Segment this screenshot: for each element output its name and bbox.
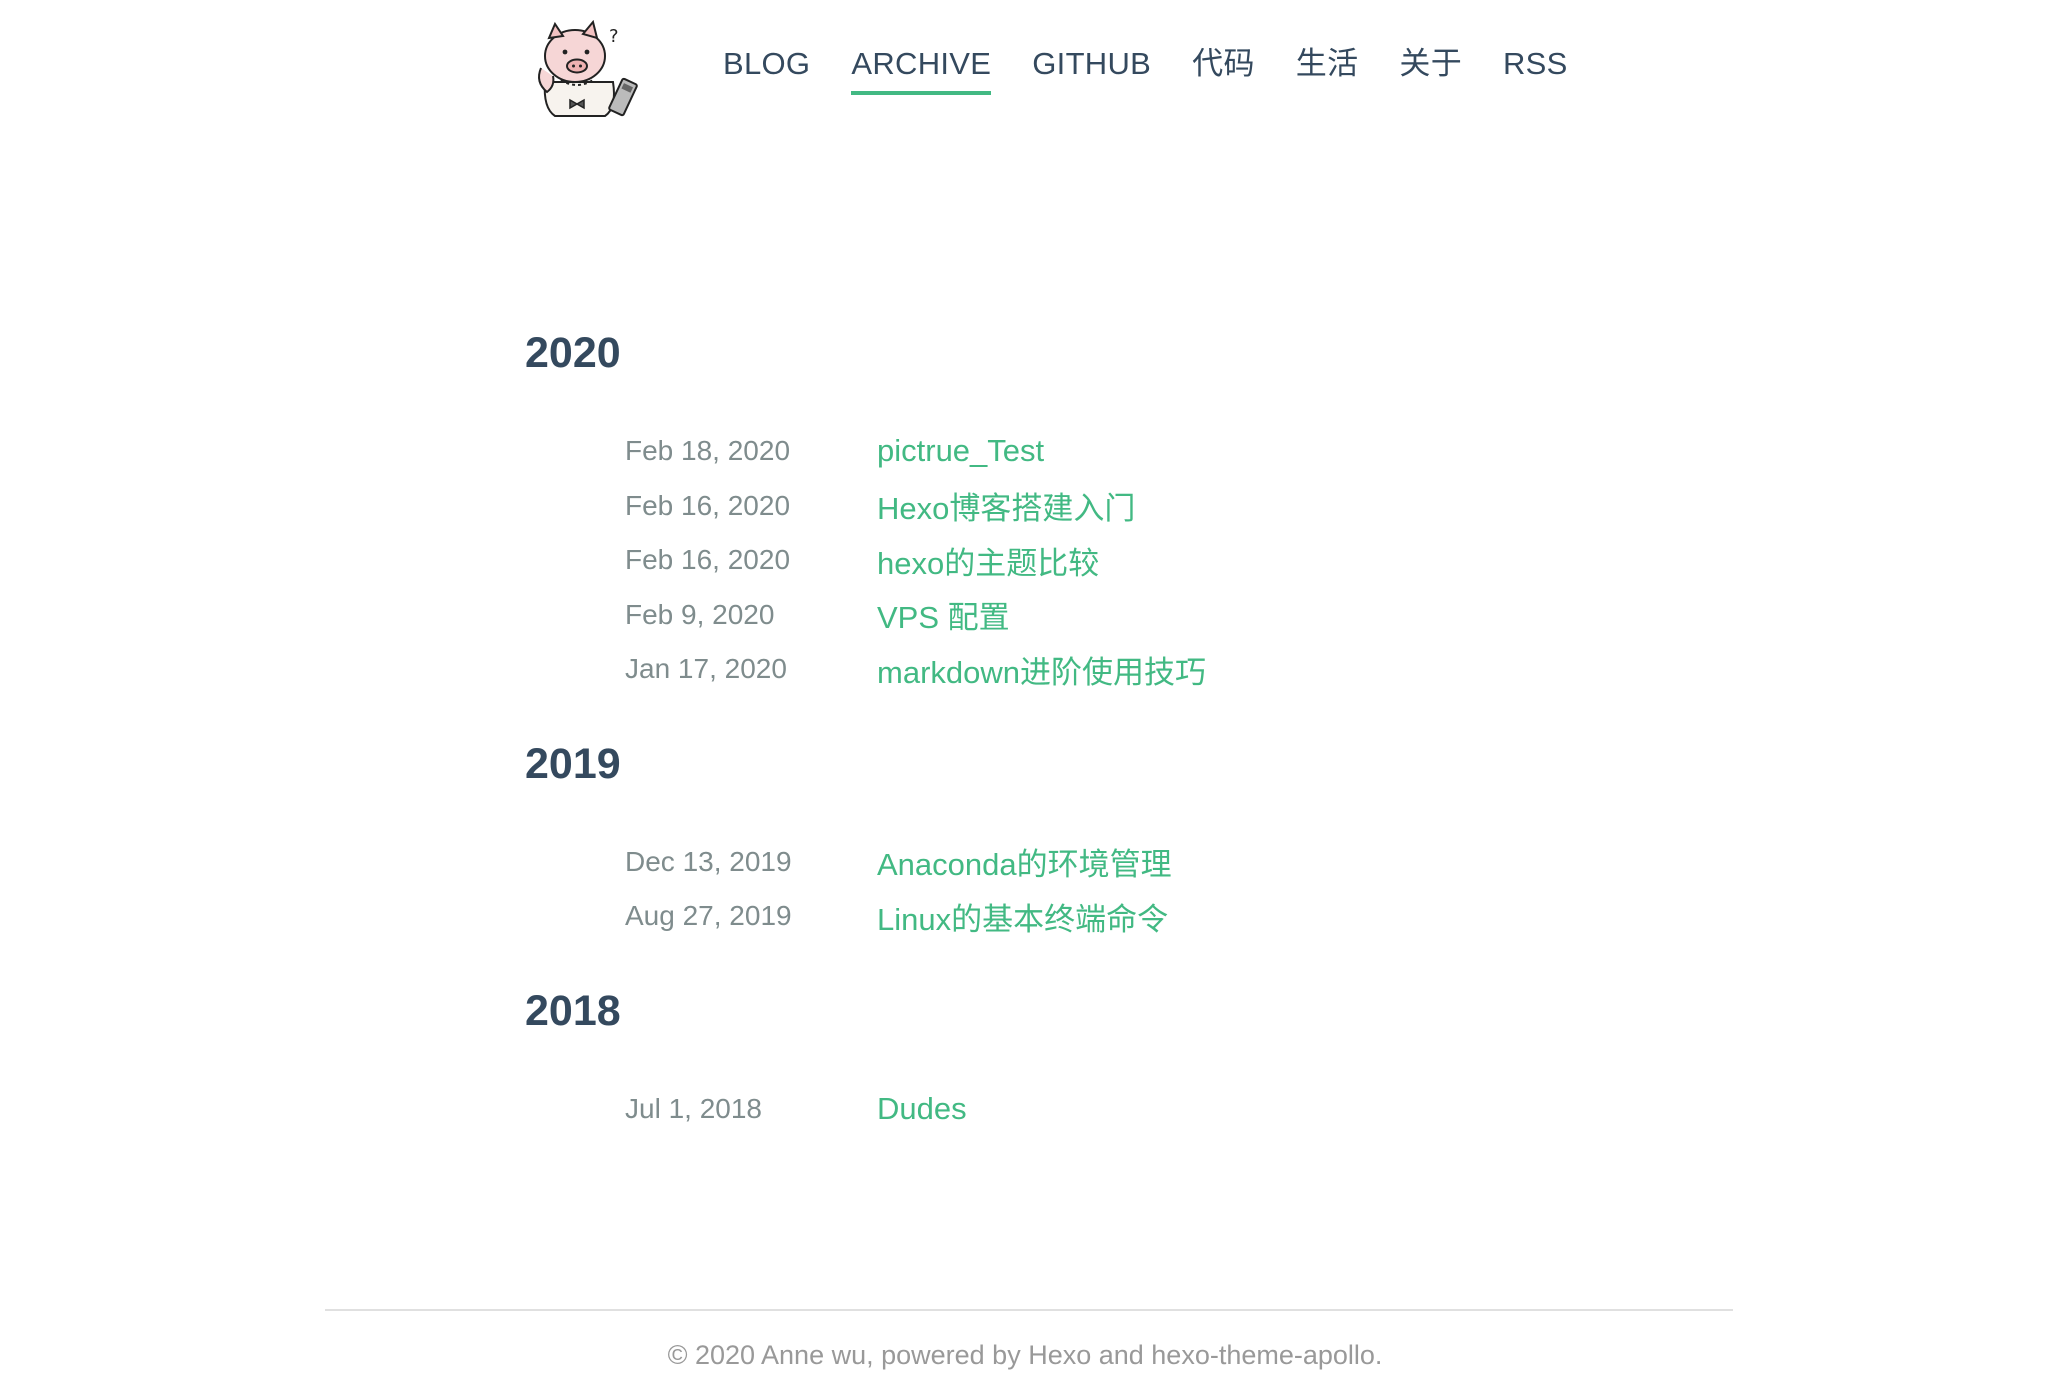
list-item: Feb 18, 2020 pictrue_Test <box>525 424 1525 479</box>
nav-item-github[interactable]: GITHUB <box>1032 44 1151 91</box>
site-header: ? BLOG ARCHIVE GITHUB 代码 生活 关于 RSS <box>0 0 2050 140</box>
nav-item-code[interactable]: 代码 <box>1192 44 1255 91</box>
post-title-link[interactable]: hexo的主题比较 <box>877 538 1099 583</box>
nav-item-life[interactable]: 生活 <box>1296 44 1359 91</box>
post-title-link[interactable]: Hexo博客搭建入门 <box>877 483 1135 528</box>
footer-divider <box>325 1309 1733 1311</box>
archive-list: 2020 Feb 18, 2020 pictrue_Test Feb 16, 2… <box>525 320 1525 1170</box>
post-list: Feb 18, 2020 pictrue_Test Feb 16, 2020 H… <box>525 424 1525 697</box>
nav-item-archive[interactable]: ARCHIVE <box>851 44 992 95</box>
footer-text: © 2020 Anne wu, powered by Hexo and hexo… <box>667 1340 1383 1370</box>
pig-logo-icon: ? <box>538 20 638 117</box>
list-item: Dec 13, 2019 Anaconda的环境管理 <box>525 835 1525 890</box>
year-heading: 2019 <box>525 739 621 788</box>
nav-item-blog[interactable]: BLOG <box>723 44 810 91</box>
list-item: Jan 17, 2020 markdown进阶使用技巧 <box>525 642 1525 697</box>
list-item: Jul 1, 2018 Dudes <box>525 1082 1525 1137</box>
post-title-link[interactable]: VPS 配置 <box>877 592 1010 637</box>
post-title-link[interactable]: Linux的基本终端命令 <box>877 894 1168 939</box>
nav-item-about[interactable]: 关于 <box>1399 44 1462 91</box>
post-date: Feb 9, 2020 <box>625 598 775 630</box>
post-date: Feb 18, 2020 <box>625 435 791 467</box>
post-list: Dec 13, 2019 Anaconda的环境管理 Aug 27, 2019 … <box>525 835 1525 944</box>
list-item: Aug 27, 2019 Linux的基本终端命令 <box>525 889 1525 944</box>
post-date: Jan 17, 2020 <box>625 653 787 685</box>
site-footer: © 2020 Anne wu, powered by Hexo and hexo… <box>0 1340 2050 1371</box>
post-date: Feb 16, 2020 <box>625 544 791 576</box>
post-date: Feb 16, 2020 <box>625 489 791 521</box>
svg-text:?: ? <box>609 26 619 47</box>
year-section-2020: 2020 Feb 18, 2020 pictrue_Test Feb 16, 2… <box>525 320 1525 697</box>
post-title-link[interactable]: Anaconda的环境管理 <box>877 839 1172 884</box>
post-date: Dec 13, 2019 <box>625 845 792 877</box>
post-list: Jul 1, 2018 Dudes <box>525 1082 1525 1137</box>
post-date: Jul 1, 2018 <box>625 1092 762 1124</box>
year-section-2018: 2018 Jul 1, 2018 Dudes <box>525 978 1525 1137</box>
main-nav: BLOG ARCHIVE GITHUB 代码 生活 关于 RSS <box>723 44 1568 95</box>
nav-item-rss[interactable]: RSS <box>1503 44 1568 91</box>
post-date: Aug 27, 2019 <box>625 900 792 932</box>
year-section-2019: 2019 Dec 13, 2019 Anaconda的环境管理 Aug 27, … <box>525 731 1525 944</box>
post-title-link[interactable]: pictrue_Test <box>877 433 1044 469</box>
list-item: Feb 16, 2020 Hexo博客搭建入门 <box>525 479 1525 534</box>
post-title-link[interactable]: markdown进阶使用技巧 <box>877 647 1206 692</box>
list-item: Feb 9, 2020 VPS 配置 <box>525 588 1525 643</box>
year-heading: 2018 <box>525 986 621 1035</box>
list-item: Feb 16, 2020 hexo的主题比较 <box>525 533 1525 588</box>
post-title-link[interactable]: Dudes <box>877 1091 967 1127</box>
year-heading: 2020 <box>525 329 621 377</box>
